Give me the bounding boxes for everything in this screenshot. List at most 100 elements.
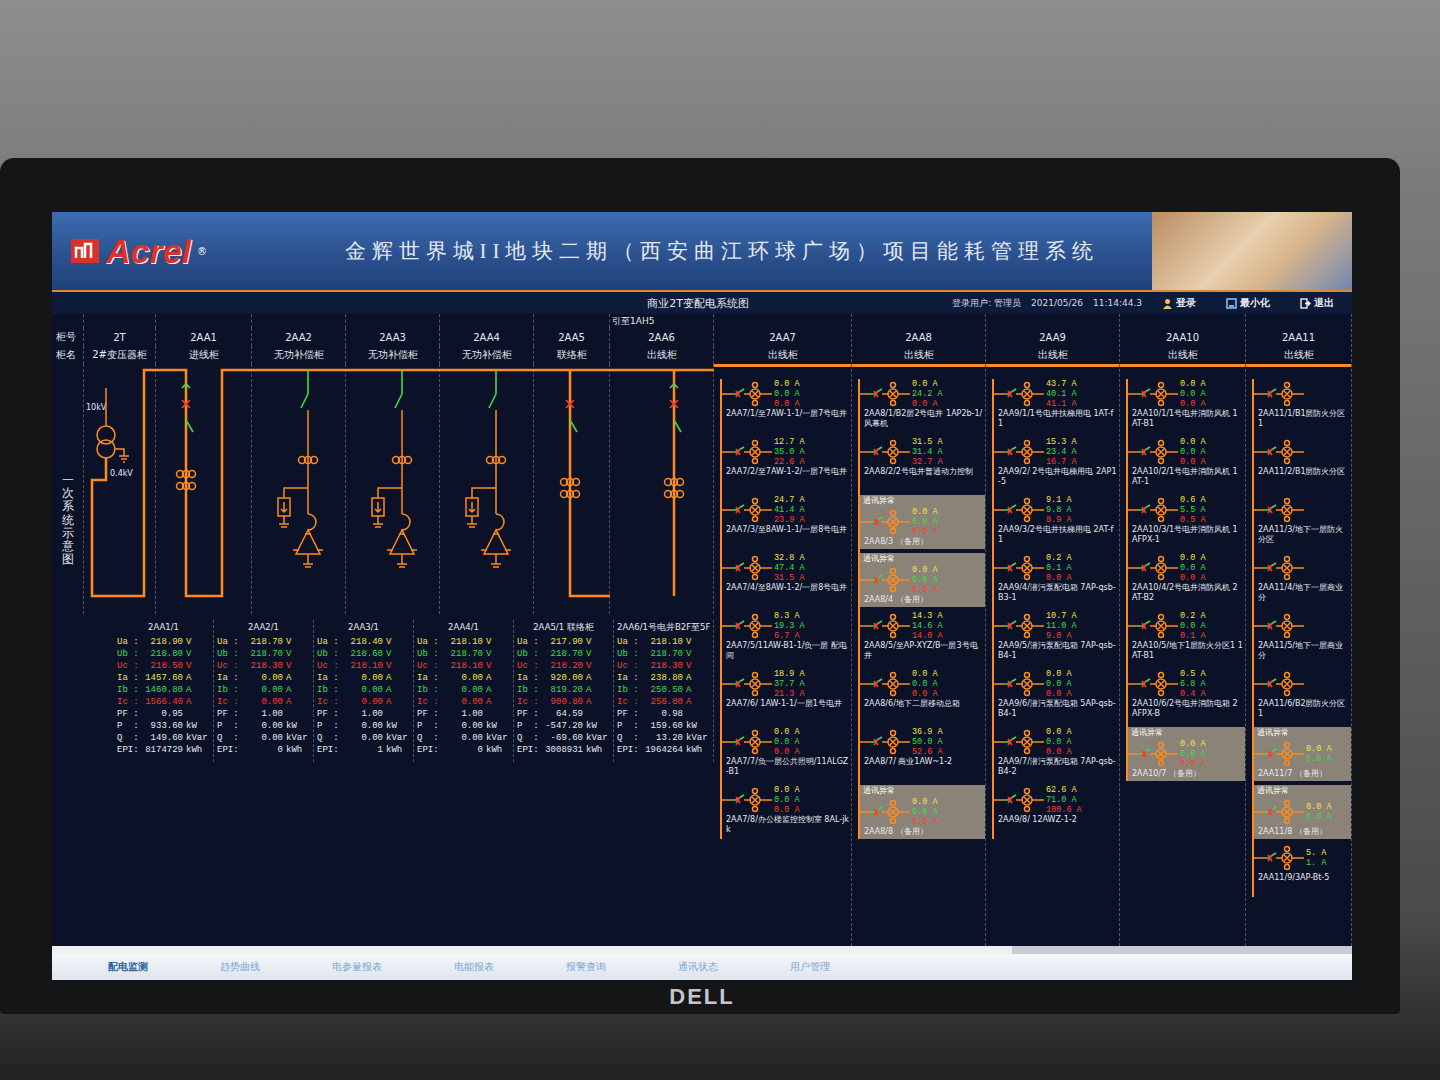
circuit-readings: 0.2 A0.0 A0.1 A xyxy=(1128,611,1243,641)
reading-label: Uc : xyxy=(517,660,541,672)
feeder-circuit[interactable]: 0.0 A0.0 A0.0 A2AA7/8/办公楼监控控制室 8AL-jkk xyxy=(722,785,851,839)
feeder-circuit[interactable]: 43.7 A40.1 A41.1 A2AA9/1/1号电井扶梯用电 1AT-f1 xyxy=(994,379,1119,433)
phase-current: 0.5 A xyxy=(1180,669,1206,679)
cabinet-name: 出线柜 xyxy=(1120,346,1245,364)
feeder-circuit[interactable]: 0.0 A0.0 A0.0 A2AA8/6/地下二层移动总箱 xyxy=(860,669,985,723)
feeder-circuit[interactable]: 通讯异常0.0 A0.0 A0.0 A2AA8/4 （备用） xyxy=(860,553,985,607)
reading-unit: A xyxy=(483,684,510,696)
feeder-circuit[interactable]: 8.3 A19.3 A6.7 A2AA7/5/11AW-B1-1/负一层 配电间 xyxy=(722,611,851,665)
reading-label: Ib : xyxy=(117,684,141,696)
feeder-circuit[interactable]: 24.7 A41.4 A23.9 A2AA7/3/至8AW-1-1/一层8号电井 xyxy=(722,495,851,549)
feeder-circuit[interactable]: 2AA11/5/地下一层商业分 xyxy=(1254,611,1351,665)
feeder-circuit[interactable]: 2AA11/3/地下一层防火分区 xyxy=(1254,495,1351,549)
phase-current: 24.2 A xyxy=(912,389,943,399)
feeder-circuit[interactable]: 2AA11/4/地下一层商业分 xyxy=(1254,553,1351,607)
nav-tab[interactable]: 配电监测 xyxy=(72,960,184,974)
nav-tab[interactable]: 电参量报表 xyxy=(296,960,418,974)
feeder-list: 2AA11/1/B1层防火分区12AA11/2/B1层防火分区2AA11/3/地… xyxy=(1252,379,1351,897)
nav-tab[interactable]: 电能报表 xyxy=(418,960,530,974)
feeder-circuit[interactable]: 18.9 A37.7 A21.3 A2AA7/6/ 1AW-1-1/一层1号电井 xyxy=(722,669,851,723)
feeder-circuit[interactable]: 0.0 A0.0 A0.0 A2AA7/7/负一层公共照明/11ALGZ-B1 xyxy=(722,727,851,781)
feeder-bus: 2AA11/1/B1层防火分区12AA11/2/B1层防火分区2AA11/3/地… xyxy=(1246,364,1351,897)
feeder-circuit[interactable]: 0.0 A0.0 A0.0 A2AA9/6/潜污泵配电箱 5AP-qsb-B4-… xyxy=(994,669,1119,723)
phase-currents: 43.7 A40.1 A41.1 A xyxy=(1046,379,1077,409)
cabinet-name: 无功补偿柜 xyxy=(346,346,440,364)
reading-label: PF : xyxy=(417,708,441,720)
phase-current: 0.0 A xyxy=(912,817,938,827)
phase-current: 0.0 A xyxy=(912,379,943,389)
feeder-circuit[interactable]: 通讯异常0.0 A0.0 A0.0 A2AA8/3 （备用） xyxy=(860,495,985,549)
reading-label: Ub : xyxy=(417,648,441,660)
cabinet-number: 2AA9 xyxy=(986,328,1119,346)
feeder-circuit[interactable]: 5. A1. A2AA11/9/3AP-Bt-5 xyxy=(1254,843,1351,897)
header-button[interactable]: 登录 xyxy=(1152,296,1206,310)
phase-current: 0.0 A xyxy=(1306,744,1332,754)
feeder-circuit[interactable]: 2AA11/6/B2层防火分区1 xyxy=(1254,669,1351,723)
feeder-circuit[interactable]: 2AA11/2/B1层防火分区 xyxy=(1254,437,1351,491)
phase-current: 0.0 A xyxy=(1180,563,1206,573)
header-button[interactable]: 退出 xyxy=(1290,296,1344,310)
reading-value: 1964264 xyxy=(641,744,683,756)
horizontal-scrollbar[interactable] xyxy=(52,946,1352,954)
circuit-readings: 18.9 A37.7 A21.3 A xyxy=(722,669,849,699)
nav-tab[interactable]: 通讯状态 xyxy=(642,960,754,974)
breaker-icon xyxy=(860,437,910,467)
feeder-circuit[interactable]: 0.0 A0.0 A0.0 A2AA9/7/潜污泵配电箱 7AP-qsb-B4-… xyxy=(994,727,1119,781)
circuit-label: 2AA7/4/至8AW-1-2/一层8号电井 xyxy=(722,583,849,593)
circuit-label: 2AA11/4/地下一层商业分 xyxy=(1254,583,1349,603)
circuit-readings: 0.0 A0.0 A0.0 A xyxy=(860,797,983,827)
feeder-circuit[interactable]: 14.3 A14.6 A14.0 A2AA8/5/至AP-XYZ/B一层3号电井 xyxy=(860,611,985,665)
feeder-circuit[interactable]: 通讯异常0.0 A0.0 A0.0 A2AA8/8 （备用） xyxy=(860,785,985,839)
feeder-circuit[interactable]: 0.2 A0.1 A0.0 A2AA9/4/潜污泵配电箱 7AP-qsb-B3-… xyxy=(994,553,1119,607)
feeder-circuit[interactable]: 32.8 A47.4 A31.5 A2AA7/4/至8AW-1-2/一层8号电井 xyxy=(722,553,851,607)
header-button-label: 最小化 xyxy=(1240,296,1270,310)
feeder-circuit[interactable]: 0.5 A6.8 A0.4 A2AA10/6/2号电井消防电箱 2AFPX-B xyxy=(1128,669,1245,723)
reading-value: 159.60 xyxy=(641,720,683,732)
feeder-circuit[interactable]: 0.2 A0.0 A0.1 A2AA10/5/地下1层防火分区1 1AT-B1 xyxy=(1128,611,1245,665)
feeder-circuit[interactable]: 0.0 A0.0 A0.0 A2AA10/1/1号电井消防风机 1AT-B1 xyxy=(1128,379,1245,433)
circuit-readings: 15.3 A23.4 A16.7 A xyxy=(994,437,1117,467)
feeder-circuit[interactable]: 0.0 A0.0 A0.0 A2AA7/1/至7AW-1-1/一层7号电井 xyxy=(722,379,851,433)
reading-label: PF : xyxy=(217,708,241,720)
feeder-circuit[interactable]: 0.6 A5.5 A0.5 A2AA10/3/1号电井消防风机 1AFPX-1 xyxy=(1128,495,1245,549)
nav-tab[interactable]: 报警查询 xyxy=(530,960,642,974)
feeder-circuit[interactable]: 9.1 A9.8 A8.9 A2AA9/3/2号电井扶梯用电 2AT-f1 xyxy=(994,495,1119,549)
reading-unit: kW xyxy=(383,720,410,732)
feeder-circuit[interactable]: 0.0 A24.2 A0.0 A2AA8/1/B2层2号电井 1AP2b-1/风… xyxy=(860,379,985,433)
feeder-circuit[interactable]: 2AA11/1/B1层防火分区1 xyxy=(1254,379,1351,433)
feeder-circuit[interactable]: 15.3 A23.4 A16.7 A2AA9/2/ 2号电井电梯用电 2AP1-… xyxy=(994,437,1119,491)
header-button[interactable]: 最小化 xyxy=(1216,296,1280,310)
meter-reading: Ic :0.00A xyxy=(317,696,410,708)
reading-unit: A xyxy=(183,672,210,684)
reading-value: 218.10 xyxy=(441,660,483,672)
breaker-icon xyxy=(1254,669,1304,699)
reading-value: -69.60 xyxy=(541,732,583,744)
nav-tab[interactable]: 趋势曲线 xyxy=(184,960,296,974)
phase-currents: 0.5 A6.8 A0.4 A xyxy=(1180,669,1206,699)
feeder-circuit[interactable]: 31.5 A31.4 A32.7 A2AA8/2/2号电井普通动力控制 xyxy=(860,437,985,491)
meter-reading: PF :0.95 xyxy=(117,708,210,720)
phase-currents: 0.0 A0.0 A0.0 A xyxy=(912,797,938,827)
meter-reading: Ic :900.80A xyxy=(517,696,610,708)
feeder-circuit[interactable]: 通讯异常0.0 A0.0 A2AA11/8 （备用） xyxy=(1254,785,1351,839)
feeder-circuit[interactable]: 通讯异常0.0 A0.0 A0.0 A2AA10/7 （备用） xyxy=(1128,727,1245,781)
header-button-label: 退出 xyxy=(1314,296,1334,310)
nav-tab[interactable]: 用户管理 xyxy=(754,960,866,974)
feeder-circuit[interactable]: 0.0 A0.0 A0.0 A2AA10/2/1号电井消防风机 1AT-1 xyxy=(1128,437,1245,491)
phase-current: 6.7 A xyxy=(774,631,805,641)
feeder-circuit[interactable]: 10.7 A11.0 A9.0 A2AA9/5/潜污泵配电箱 7AP-qsb-B… xyxy=(994,611,1119,665)
reading-label: PF : xyxy=(517,708,541,720)
feeder-circuit[interactable]: 62.6 A71.0 A100.6 A2AA9/8/ 12AWZ-1-2 xyxy=(994,785,1119,839)
feeder-circuit[interactable]: 通讯异常0.0 A0.0 A2AA11/7 （备用） xyxy=(1254,727,1351,781)
phase-current: 43.7 A xyxy=(1046,379,1077,389)
reading-label: Q : xyxy=(517,732,541,744)
cabinet-number: 2AA2 xyxy=(252,328,346,346)
feeder-circuit[interactable]: 0.0 A0.0 A0.0 A2AA10/4/2号电井消防风机 2AT-B2 xyxy=(1128,553,1245,607)
phase-current: 62.6 A xyxy=(1046,785,1082,795)
scrollbar-thumb[interactable] xyxy=(52,946,1012,954)
feeder-circuit[interactable]: 12.7 A35.0 A22.6 A2AA7/2/至7AW-1-2/一层7号电井 xyxy=(722,437,851,491)
reading-unit: kWh xyxy=(483,744,510,756)
feeder-section: 2AA7出线柜0.0 A0.0 A0.0 A2AA7/1/至7AW-1-1/一层… xyxy=(714,314,1352,946)
breaker-icon xyxy=(722,495,772,525)
feeder-circuit[interactable]: 36.9 A50.0 A52.6 A2AA8/7/ 商业1AW~1-2 xyxy=(860,727,985,781)
